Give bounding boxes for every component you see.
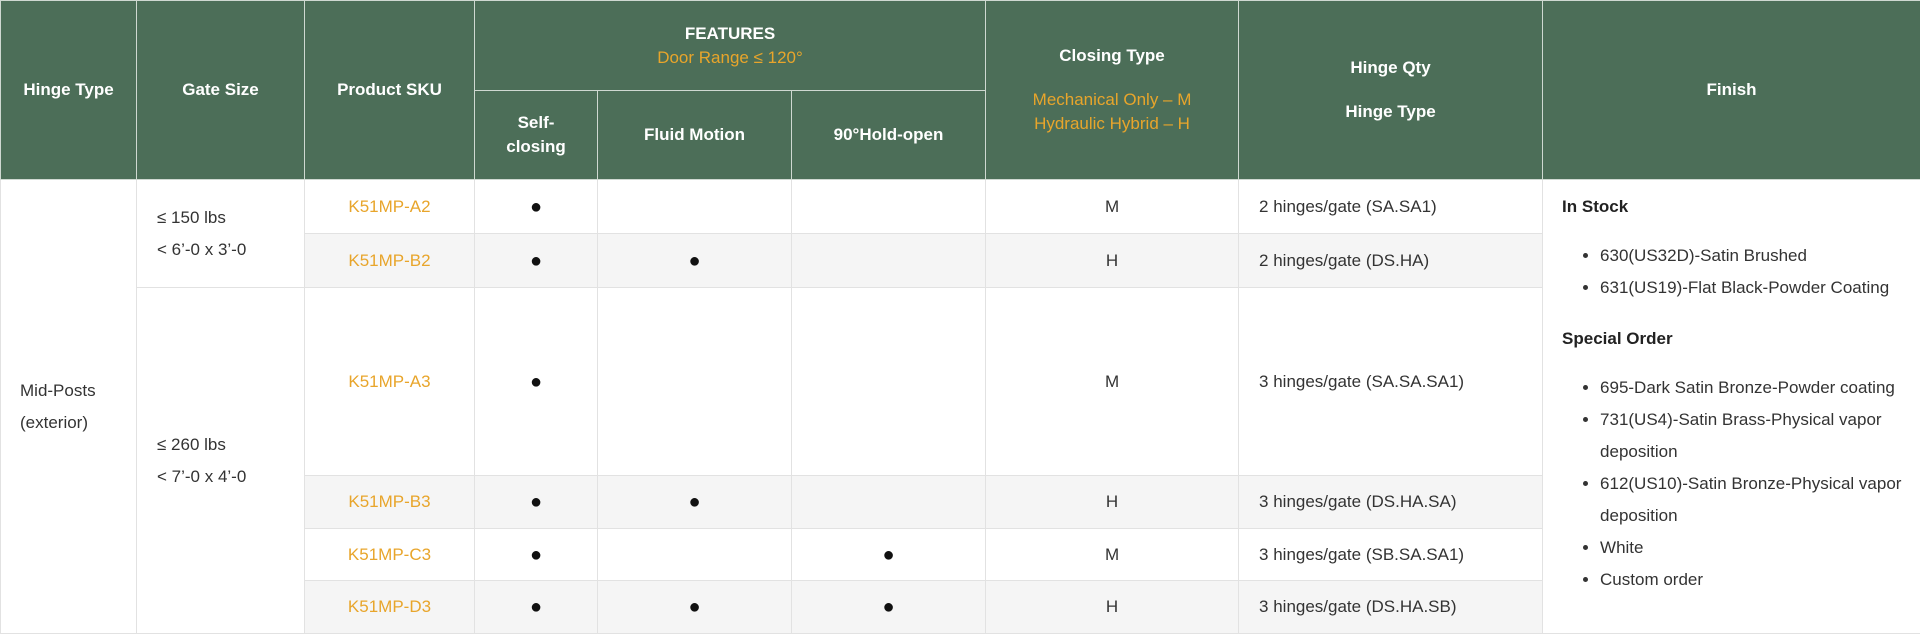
header-product-sku: Product SKU — [304, 0, 475, 180]
gate-size-cell: ≤ 150 lbs < 6’-0 x 3’-0 — [136, 179, 305, 288]
fluid-motion-mark: ● — [597, 580, 792, 634]
hinge-qty-cell: 3 hinges/gate (DS.HA.SA) — [1238, 475, 1544, 529]
hinge-spec-table: Hinge Type Gate Size Product SKU FEATURE… — [0, 0, 1920, 634]
features-title: FEATURES — [684, 23, 776, 43]
self-closing-mark: ● — [474, 233, 598, 288]
finish-option: 631(US19)-Flat Black-Powder Coating — [1600, 272, 1904, 304]
fluid-motion-mark — [597, 179, 792, 234]
header-fluid-motion: Fluid Motion — [597, 90, 792, 180]
hold-open-mark — [790, 475, 987, 529]
hinge-qty-cell: 3 hinges/gate (DS.HA.SB) — [1238, 580, 1544, 634]
fluid-motion-mark: ● — [597, 475, 792, 529]
special-order-title: Special Order — [1562, 329, 1673, 348]
sku-cell: K51MP-A2 — [304, 179, 475, 234]
hinge-qty-cell: 3 hinges/gate (SB.SA.SA1) — [1238, 528, 1544, 581]
hinge-qty-cell: 2 hinges/gate (SA.SA1) — [1238, 179, 1544, 234]
sku-cell: K51MP-D3 — [304, 580, 475, 634]
in-stock-list: 630(US32D)-Satin Brushed 631(US19)-Flat … — [1562, 240, 1904, 304]
hinge-qty-title: Hinge Qty — [1350, 58, 1431, 77]
self-closing-mark: ● — [474, 287, 598, 476]
header-closing-type: Closing Type Mechanical Only – M Hydraul… — [985, 0, 1240, 180]
closing-type-cell: M — [985, 287, 1240, 476]
gate-dimensions: < 6’-0 x 3’-0 — [157, 239, 247, 259]
hold-open-mark: ● — [790, 528, 987, 581]
header-self-closing: Self- closing — [474, 90, 598, 180]
finish-option: 612(US10)-Satin Bronze-Physical vapor de… — [1600, 468, 1904, 532]
closing-type-cell: M — [985, 179, 1240, 234]
gate-weight: ≤ 150 lbs — [157, 207, 226, 227]
hinge-qty-cell: 2 hinges/gate (DS.HA) — [1238, 233, 1544, 288]
closing-mechanical: Mechanical Only – M — [1032, 90, 1192, 109]
door-range: Door Range ≤ 120° — [657, 47, 803, 67]
header-hinge-qty: Hinge Qty Hinge Type — [1238, 0, 1544, 180]
header-gate-size: Gate Size — [136, 0, 305, 180]
hold-open-mark — [790, 233, 987, 288]
closing-hydraulic: Hydraulic Hybrid – H — [1034, 114, 1190, 133]
gate-dimensions: < 7’-0 x 4’-0 — [157, 466, 247, 486]
finish-option: 630(US32D)-Satin Brushed — [1600, 240, 1904, 272]
header-hinge-type: Hinge Type — [0, 0, 137, 180]
hinge-type-cell: Mid-Posts (exterior) — [0, 179, 137, 634]
self-closing-mark: ● — [474, 475, 598, 529]
finish-option: 695-Dark Satin Bronze-Powder coating — [1600, 372, 1904, 404]
hold-open-mark: ● — [790, 580, 987, 634]
header-features: FEATURES Door Range ≤ 120° — [473, 0, 987, 91]
header-hold-open: 90°Hold-open — [790, 90, 987, 180]
self-closing-mark: ● — [474, 179, 598, 234]
closing-type-cell: H — [985, 580, 1240, 634]
closing-type-cell: H — [985, 475, 1240, 529]
sku-cell: K51MP-C3 — [304, 528, 475, 581]
finish-cell: In Stock 630(US32D)-Satin Brushed 631(US… — [1542, 179, 1920, 634]
hold-open-mark — [790, 287, 987, 476]
gate-weight: ≤ 260 lbs — [157, 434, 226, 454]
fluid-motion-mark: ● — [597, 233, 792, 288]
special-order-list: 695-Dark Satin Bronze-Powder coating 731… — [1562, 372, 1904, 596]
header-finish: Finish — [1542, 0, 1920, 180]
self-closing-mark: ● — [474, 580, 598, 634]
finish-option: Custom order — [1600, 564, 1904, 596]
sku-cell: K51MP-B2 — [304, 233, 475, 288]
sku-cell: K51MP-A3 — [304, 287, 475, 476]
sku-cell: K51MP-B3 — [304, 475, 475, 529]
self-closing-mark: ● — [474, 528, 598, 581]
closing-type-title: Closing Type — [1059, 46, 1165, 65]
finish-option: White — [1600, 532, 1904, 564]
hinge-qty-cell: 3 hinges/gate (SA.SA.SA1) — [1238, 287, 1544, 476]
closing-type-cell: H — [985, 233, 1240, 288]
gate-size-cell: ≤ 260 lbs < 7’-0 x 4’-0 — [136, 287, 305, 634]
in-stock-title: In Stock — [1562, 197, 1629, 216]
fluid-motion-mark — [597, 287, 792, 476]
closing-type-cell: M — [985, 528, 1240, 581]
hinge-qty-type: Hinge Type — [1345, 102, 1436, 121]
finish-option: 731(US4)-Satin Brass-Physical vapor depo… — [1600, 404, 1904, 468]
hold-open-mark — [790, 179, 987, 234]
fluid-motion-mark — [597, 528, 792, 581]
